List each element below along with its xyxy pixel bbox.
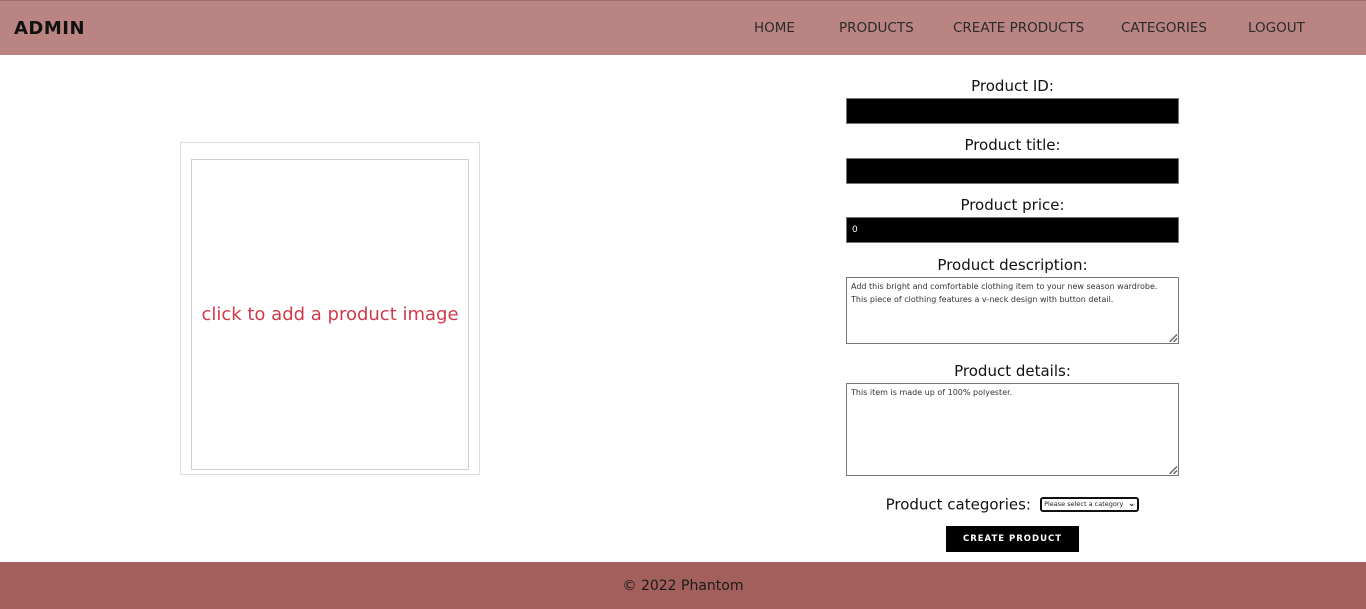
product-details-textarea[interactable]: This item is made up of 100% polyester. bbox=[846, 383, 1179, 476]
category-select-value: Please select a category bbox=[1044, 500, 1124, 508]
product-id-label: Product ID: bbox=[971, 77, 1054, 95]
chevron-down-icon: ⌄ bbox=[1127, 499, 1136, 509]
categories-row: Product categories: Please select a cate… bbox=[846, 494, 1179, 516]
product-details-text: This item is made up of 100% polyester. bbox=[851, 388, 1013, 397]
image-dropzone[interactable]: click to add a product image bbox=[191, 159, 469, 470]
top-navbar: ADMIN HOME PRODUCTS CREATE PRODUCTS CATE… bbox=[0, 0, 1366, 55]
product-description-label: Product description: bbox=[937, 256, 1088, 274]
nav-home[interactable]: HOME bbox=[754, 20, 795, 36]
footer-copyright: © 2022 Phantom bbox=[622, 577, 744, 594]
product-id-input[interactable] bbox=[846, 98, 1179, 124]
product-details-label: Product details: bbox=[954, 362, 1071, 380]
brand-logo[interactable]: ADMIN bbox=[14, 18, 85, 39]
product-price-input[interactable]: 0 bbox=[846, 217, 1179, 243]
categories-label: Product categories: bbox=[885, 495, 1031, 514]
nav-categories[interactable]: CATEGORIES bbox=[1121, 20, 1207, 36]
image-upload-prompt[interactable]: click to add a product image bbox=[201, 304, 458, 325]
product-image-upload[interactable]: click to add a product image bbox=[180, 142, 480, 475]
nav-logout[interactable]: LOGOUT bbox=[1248, 20, 1305, 36]
nav-products[interactable]: PRODUCTS bbox=[839, 20, 914, 36]
product-description-textarea[interactable]: Add this bright and comfortable clothing… bbox=[846, 277, 1179, 344]
product-title-label: Product title: bbox=[964, 136, 1061, 154]
create-product-button[interactable]: CREATE PRODUCT bbox=[946, 526, 1079, 552]
resize-grip-icon[interactable] bbox=[1169, 334, 1177, 342]
category-select[interactable]: Please select a category ⌄ bbox=[1040, 497, 1140, 512]
footer: © 2022 Phantom bbox=[0, 562, 1366, 609]
product-price-label: Product price: bbox=[960, 196, 1065, 214]
product-title-input[interactable] bbox=[846, 158, 1179, 184]
nav-create-products[interactable]: CREATE PRODUCTS bbox=[953, 20, 1084, 36]
resize-grip-icon[interactable] bbox=[1169, 466, 1177, 474]
product-description-text: Add this bright and comfortable clothing… bbox=[851, 282, 1158, 304]
